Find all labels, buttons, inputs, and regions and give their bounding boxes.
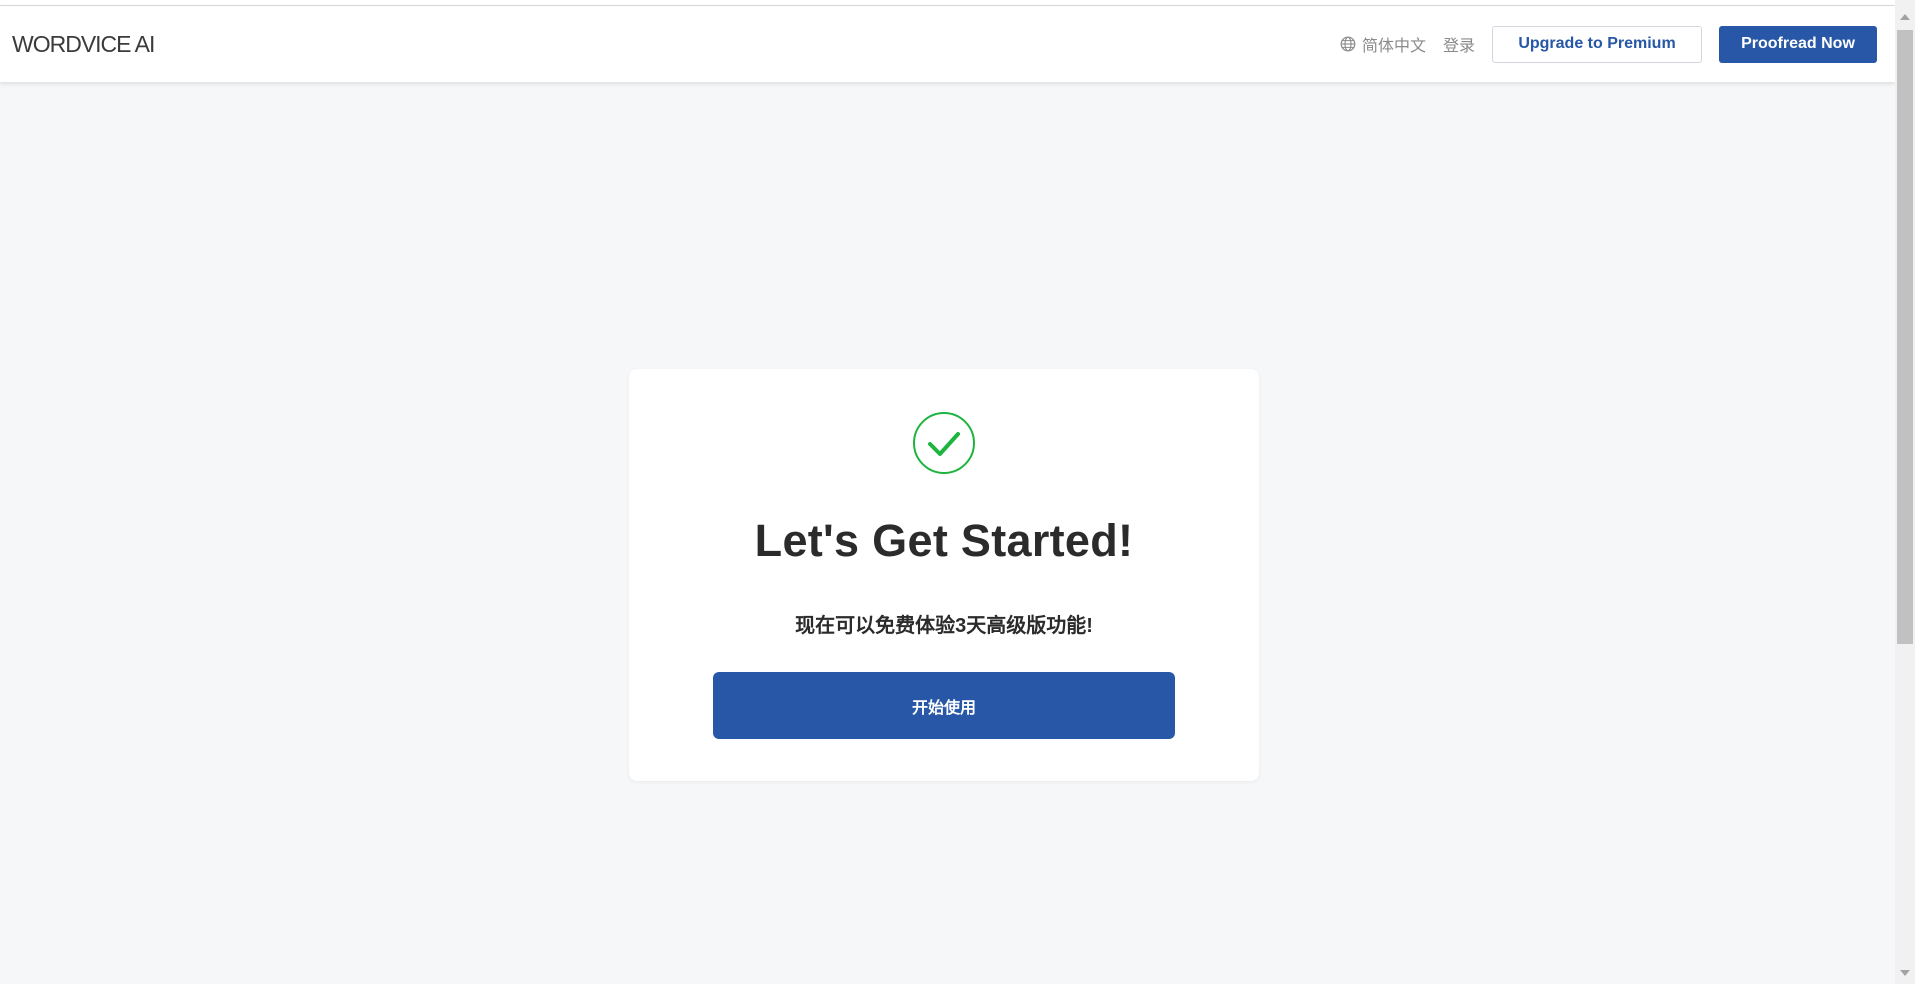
scroll-thumb[interactable]: [1897, 30, 1913, 644]
globe-icon: [1340, 36, 1356, 52]
page-scrollbar[interactable]: [1895, 0, 1915, 984]
proofread-now-button[interactable]: Proofread Now: [1719, 25, 1877, 63]
site-header: WORDVICE AI 简体中文 登录 Upgrade to Premium P…: [0, 6, 1895, 82]
scroll-down-arrow-icon[interactable]: [1900, 970, 1910, 976]
wordvice-logo[interactable]: WORDVICE AI: [12, 31, 155, 58]
login-link[interactable]: 登录: [1443, 32, 1475, 56]
card-subtitle: 现在可以免费体验3天高级版功能!: [795, 615, 1093, 637]
upgrade-premium-button[interactable]: Upgrade to Premium: [1492, 25, 1702, 63]
header-actions: 简体中文 登录 Upgrade to Premium Proofread Now: [1340, 25, 1877, 63]
scroll-up-arrow-icon[interactable]: [1900, 14, 1910, 20]
start-using-button[interactable]: 开始使用: [713, 672, 1175, 739]
get-started-card: Let's Get Started! 现在可以免费体验3天高级版功能! 开始使用: [629, 369, 1259, 781]
card-title: Let's Get Started!: [754, 515, 1134, 566]
viewport: WORDVICE AI 简体中文 登录 Upgrade to Premium P…: [0, 0, 1915, 984]
language-selector[interactable]: 简体中文: [1340, 32, 1426, 56]
language-label: 简体中文: [1361, 38, 1426, 55]
check-circle-icon: [913, 412, 975, 474]
